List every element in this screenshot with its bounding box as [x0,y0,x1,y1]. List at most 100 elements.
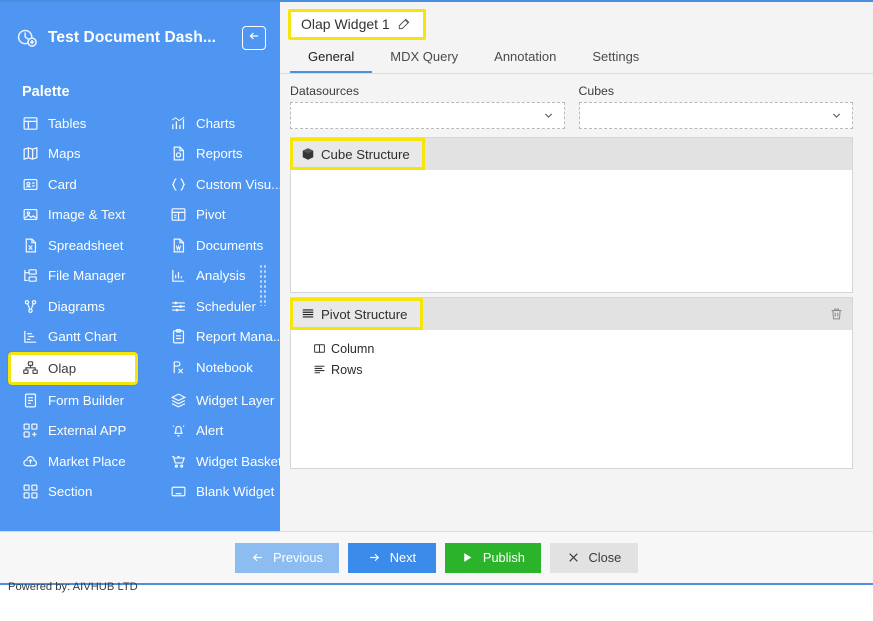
sidebar-item-label: Tables [48,115,87,131]
sidebar-item-custom-visual[interactable]: Custom Visu... [148,169,280,200]
sidebar-item-form-builder[interactable]: Form Builder [0,385,148,416]
sidebar-item-tables[interactable]: Tables [0,108,148,139]
sidebar-item-spreadsheet[interactable]: Spreadsheet [0,230,148,261]
publish-button-label: Publish [482,550,525,565]
palette-heading: Palette [22,84,70,100]
sidebar-item-section[interactable]: Section [0,477,148,508]
trash-icon[interactable] [829,306,844,322]
tab-general[interactable]: General [290,49,373,73]
sidebar-item-label: Olap [48,361,77,376]
datasources-select[interactable] [290,102,565,129]
pivot-structure-panel: Pivot Structure Column Rows [290,297,853,469]
sidebar-item-label: Alert [196,423,224,439]
sidebar-header: Test Document Dash... [0,2,280,74]
sidebar-item-label: Widget Basket [196,453,280,469]
sidebar-item-file-manager[interactable]: File Manager [0,261,148,292]
arrow-left-box-icon [247,29,261,48]
sidebar-item-widget-layer[interactable]: Widget Layer [148,385,280,416]
dialog-action-bar: Previous Next Publish Close [0,531,873,583]
sidebar-item-blank-widget[interactable]: Blank Widget [148,477,280,508]
chevron-down-icon [830,109,843,122]
cube-structure-title-box: Cube Structure [290,138,425,170]
next-button[interactable]: Next [347,542,436,573]
pivot-structure-tree[interactable]: Column Rows [291,330,852,468]
sidebar-item-card[interactable]: Card [0,169,148,200]
publish-button[interactable]: Publish [444,542,541,573]
sidebar-item-charts[interactable]: Charts [148,108,280,139]
widget-designer-dialog: Test Document Dash... Palette Tables Cha… [0,0,873,585]
sidebar-item-maps[interactable]: Maps [0,139,148,170]
word-file-icon [170,237,187,254]
sidebar-item-reports[interactable]: Reports [148,139,280,170]
pivot-table-icon [170,206,187,223]
node-graph-icon [22,298,39,315]
previous-button-label: Previous [273,550,323,565]
sidebar-item-pivot[interactable]: Pivot [148,200,280,231]
external-app-icon [22,422,39,439]
sidebar-item-image-text[interactable]: Image & Text [0,200,148,231]
pencil-edit-icon[interactable] [397,17,411,31]
cube-structure-header: Cube Structure [290,138,852,170]
shopping-cart-icon [170,453,187,470]
sidebar-item-documents[interactable]: Documents [148,230,280,261]
id-card-icon [22,176,39,193]
sidebar-item-alert[interactable]: Alert [148,416,280,447]
sidebar-item-external-app[interactable]: External APP [0,416,148,447]
sidebar-item-label: Report Mana... [196,329,280,345]
close-button[interactable]: Close [549,542,638,573]
cube-structure-tree[interactable] [291,170,852,292]
widget-title-row: Olap Widget 1 [280,2,873,42]
sidebar-item-olap[interactable]: Olap [8,352,138,385]
config-tabs: General MDX Query Annotation Settings [280,42,873,74]
excel-file-icon [22,237,39,254]
pivot-structure-label: Pivot Structure [321,306,408,322]
sidebar-item-diagrams[interactable]: Diagrams [0,291,148,322]
sidebar-item-label: Diagrams [48,298,105,314]
previous-button[interactable]: Previous [235,542,339,573]
sidebar-item-notebook[interactable]: Notebook [148,352,280,383]
cube-structure-label: Cube Structure [321,146,410,162]
datasources-field: Datasources [290,84,565,129]
cubes-select[interactable] [578,102,853,129]
arrow-right-icon [368,551,381,564]
sidebar-item-report-manager[interactable]: Report Mana... [148,322,280,353]
sidebar-item-label: Maps [48,146,81,162]
dashboard-title: Test Document Dash... [48,29,217,46]
sidebar-item-label: Custom Visu... [196,176,280,192]
sidebar-item-gantt-chart[interactable]: Gantt Chart [0,322,148,353]
dashboard-gauge-icon [16,27,38,49]
sliders-icon [170,298,187,315]
tab-mdx-query[interactable]: MDX Query [372,49,476,73]
sidebar-item-market-place[interactable]: Market Place [0,446,148,477]
sidebar-item-label: Market Place [48,453,126,469]
table-icon [22,115,39,132]
sidebar-item-label: Documents [196,237,264,253]
widget-config-panel: Olap Widget 1 General MDX Query Annotati… [280,2,873,583]
sidebar-item-label: Gantt Chart [48,329,117,345]
sidebar-item-label: Image & Text [48,207,126,223]
pivot-node-label: Column [331,341,375,356]
x-icon [567,551,580,564]
image-icon [22,206,39,223]
powered-by-footer: Powered by: AIVHUB LTD [8,581,138,593]
sidebar-item-label: Form Builder [48,392,125,408]
column-layout-icon [313,342,326,355]
sidebar-item-label: Scheduler [196,298,256,314]
gantt-icon [22,328,39,345]
sidebar-item-widget-basket[interactable]: Widget Basket [148,446,280,477]
bar-chart-icon [170,115,187,132]
pivot-node-rows[interactable]: Rows [313,359,852,380]
folder-tree-icon [22,267,39,284]
drag-grip-handle[interactable] [259,264,268,306]
pivot-node-column[interactable]: Column [313,338,852,359]
collapse-sidebar-button[interactable] [242,26,266,50]
sidebar-item-label: Reports [196,146,243,162]
datasources-label: Datasources [290,84,360,98]
cubes-label: Cubes [578,84,615,98]
sidebar-item-label: Pivot [196,207,226,223]
palette-sidebar: Test Document Dash... Palette Tables Cha… [0,2,280,583]
tab-settings[interactable]: Settings [574,49,657,73]
tab-annotation[interactable]: Annotation [476,49,574,73]
widget-name-box[interactable]: Olap Widget 1 [288,9,426,40]
report-doc-icon [170,145,187,162]
